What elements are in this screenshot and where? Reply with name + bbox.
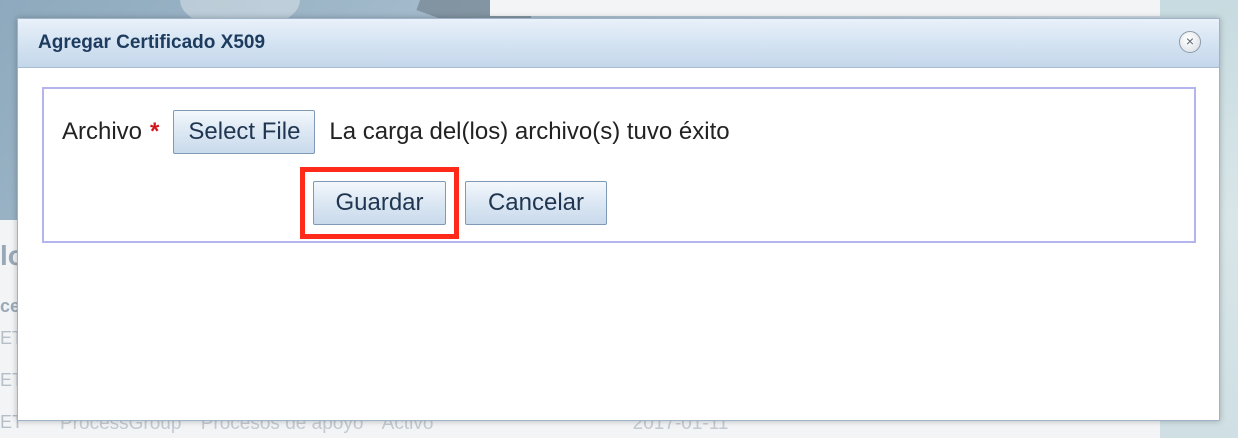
- add-certificate-dialog: Agregar Certificado X509 × Archivo * Sel…: [17, 18, 1220, 421]
- file-row: Archivo * Select File La carga del(los) …: [62, 110, 730, 154]
- save-button[interactable]: Guardar: [313, 181, 446, 225]
- required-marker: *: [150, 118, 160, 145]
- form-actions: Guardar Cancelar: [300, 167, 607, 239]
- highlight-box: Guardar: [300, 167, 459, 239]
- select-file-button[interactable]: Select File: [173, 110, 316, 154]
- dialog-title: Agregar Certificado X509: [38, 32, 266, 53]
- certificate-form: Archivo * Select File La carga del(los) …: [42, 87, 1196, 243]
- upload-status: La carga del(los) archivo(s) tuvo éxito: [329, 118, 730, 145]
- close-icon[interactable]: ×: [1179, 31, 1201, 53]
- file-label: Archivo: [62, 118, 143, 145]
- dialog-titlebar: Agregar Certificado X509 ×: [18, 19, 1219, 68]
- background-panel: [490, 0, 1160, 16]
- cancel-button[interactable]: Cancelar: [465, 181, 607, 225]
